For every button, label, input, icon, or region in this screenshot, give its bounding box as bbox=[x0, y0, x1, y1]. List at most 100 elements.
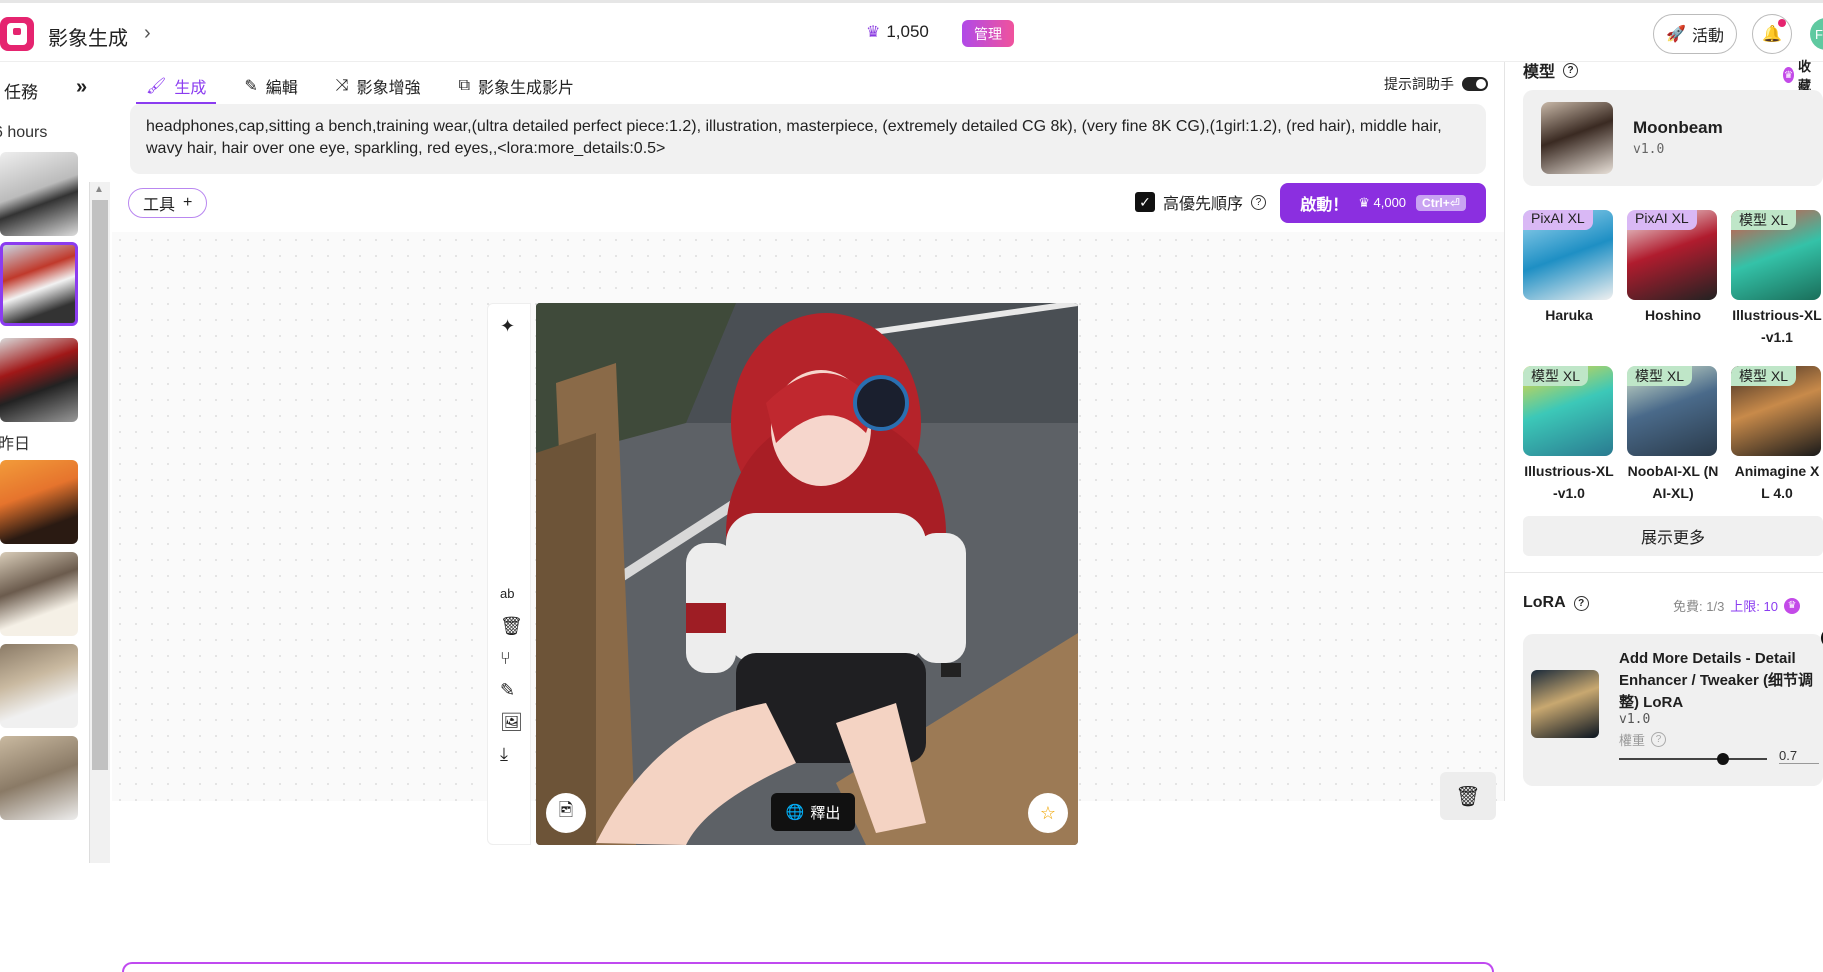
globe-icon: 🌐 bbox=[785, 804, 805, 821]
model-option-name: Animagine X L 4.0 bbox=[1734, 463, 1820, 501]
tab-generate[interactable]: 🖌 生成 bbox=[136, 70, 217, 104]
model-section-header: 模型 ? ♛ 收藏 bbox=[1523, 58, 1811, 93]
task-thumbnail[interactable] bbox=[0, 460, 78, 544]
model-option-image: 模型 XL bbox=[1523, 366, 1613, 456]
model-option[interactable]: 模型 XL Animagine X L 4.0 bbox=[1731, 366, 1823, 504]
model-badge: PixAI XL bbox=[1523, 210, 1593, 230]
lora-section-header: LoRA ? bbox=[1523, 594, 1589, 612]
text-replace-icon[interactable]: ab bbox=[500, 586, 514, 601]
help-icon[interactable]: ? bbox=[1651, 732, 1667, 747]
activity-label: 活動 bbox=[1691, 28, 1724, 45]
section-divider bbox=[1505, 572, 1823, 573]
pixai-logo[interactable] bbox=[0, 17, 34, 51]
weight-slider-handle[interactable] bbox=[1716, 753, 1729, 765]
image-select-button[interactable]: 🖻 bbox=[546, 793, 586, 833]
favorite-button[interactable]: ☆ bbox=[1028, 793, 1068, 833]
credits-display[interactable]: ♛ 1,050 bbox=[866, 22, 929, 42]
show-more-button[interactable]: 展示更多 bbox=[1523, 516, 1823, 556]
delete-button[interactable]: 🗑 bbox=[1440, 772, 1496, 820]
launch-button[interactable]: 啟動！ ♛ 4,000 Ctrl+⏎ bbox=[1280, 183, 1486, 223]
lora-card[interactable]: ✕ Add More Details - Detail Enhancer / T… bbox=[1523, 628, 1823, 786]
weight-value[interactable]: 0.7 bbox=[1779, 748, 1819, 764]
model-option[interactable]: PixAI XL Haruka bbox=[1523, 210, 1615, 326]
task-thumbnail[interactable] bbox=[0, 644, 78, 728]
generated-image[interactable]: 🖻 🌐 釋出 ☆ bbox=[536, 303, 1078, 845]
lora-thumbnail bbox=[1531, 670, 1599, 738]
brush-icon: 🖌 bbox=[146, 78, 167, 95]
help-icon[interactable]: ? bbox=[1251, 194, 1267, 210]
release-button[interactable]: 🌐 釋出 bbox=[771, 793, 855, 831]
chevron-right-icon[interactable]: › bbox=[144, 22, 151, 45]
task-thumbnail[interactable] bbox=[0, 552, 78, 636]
model-option-image: 模型 XL bbox=[1627, 366, 1717, 456]
model-badge: PixAI XL bbox=[1627, 210, 1697, 230]
trash-icon[interactable]: 🗑 bbox=[500, 616, 523, 637]
model-option-image: 模型 XL bbox=[1731, 210, 1821, 300]
pencil-icon[interactable]: ✎ bbox=[500, 680, 515, 701]
settings-panel: 模型 ? ♛ 收藏 Moonbeam v1.0 PixAI XL Haruka … bbox=[1504, 59, 1823, 801]
model-option-image: 模型 XL bbox=[1731, 366, 1821, 456]
model-option-image: PixAI XL bbox=[1523, 210, 1613, 300]
lora-name: Add More Details - Detail Enhancer / Twe… bbox=[1619, 650, 1813, 711]
group-label-hours: 6 hours bbox=[0, 124, 48, 141]
model-option-image: PixAI XL bbox=[1627, 210, 1717, 300]
generated-image-art bbox=[536, 303, 1078, 845]
model-badge: 模型 XL bbox=[1731, 210, 1797, 230]
mode-tabs: 🖌 生成 ✎ 編輯 ⤨ 影象增強 ⧉ 影象生成影片 bbox=[136, 70, 602, 104]
toggle-switch[interactable] bbox=[1462, 77, 1488, 91]
image-canvas: ✦ ab 🗑 ⑂ ✎ 🖼 ⤓ 🖻 🌐 釋出 ☆ 🗑 bbox=[112, 232, 1504, 972]
tab-enhance[interactable]: ⤨ 影象增強 bbox=[326, 70, 431, 104]
crown-icon: ♛ bbox=[1783, 597, 1800, 614]
model-option-name: NoobAI-XL (N AI-XL) bbox=[1627, 463, 1719, 501]
notification-dot bbox=[1778, 19, 1786, 27]
task-panel: 任務 » 6 hours 昨日 ▲ bbox=[0, 62, 112, 863]
admin-badge[interactable]: 管理 bbox=[962, 20, 1014, 47]
help-icon[interactable]: ? bbox=[1573, 595, 1589, 611]
download-icon[interactable]: ⤓ bbox=[500, 744, 508, 765]
prompt-input[interactable]: headphones,cap,sitting a bench,training … bbox=[130, 104, 1486, 174]
selected-model-card[interactable]: Moonbeam v1.0 bbox=[1523, 90, 1823, 186]
model-name: Moonbeam bbox=[1633, 118, 1723, 137]
shortcut-hint: Ctrl+⏎ bbox=[1416, 195, 1466, 211]
tab-image-to-video[interactable]: ⧉ 影象生成影片 bbox=[449, 70, 584, 104]
task-scrollbar[interactable]: ▲ bbox=[89, 182, 110, 863]
credit-icon: ♛ bbox=[866, 24, 881, 41]
bottom-panel-edge bbox=[122, 962, 1494, 972]
image-tool-rail: ✦ ab 🗑 ⑂ ✎ 🖼 ⤓ bbox=[487, 303, 531, 845]
sparkle-icon[interactable]: ✦ bbox=[500, 316, 515, 337]
lora-version: v1.0 bbox=[1619, 712, 1651, 727]
image-select-icon: 🖻 bbox=[558, 800, 574, 820]
model-option[interactable]: 模型 XL NoobAI-XL (N AI-XL) bbox=[1627, 366, 1719, 504]
model-option-name: Haruka bbox=[1545, 307, 1593, 323]
tab-edit[interactable]: ✎ 編輯 bbox=[234, 70, 307, 104]
tools-button[interactable]: 工具 + bbox=[128, 188, 208, 218]
favorites-link[interactable]: ♛ 收藏 bbox=[1783, 56, 1816, 94]
help-icon[interactable]: ? bbox=[1563, 62, 1579, 78]
avatar[interactable]: F bbox=[1810, 18, 1823, 50]
credits-value: 1,050 bbox=[886, 22, 929, 41]
branch-icon[interactable]: ⑂ bbox=[500, 648, 511, 669]
scroll-up-icon[interactable]: ▲ bbox=[94, 184, 104, 195]
activity-button[interactable]: 🚀 活動 bbox=[1653, 14, 1737, 54]
model-option-name: Illustrious-XL -v1.1 bbox=[1732, 307, 1822, 345]
scroll-thumb[interactable] bbox=[92, 200, 108, 770]
model-thumbnail bbox=[1541, 102, 1613, 174]
prompt-assistant-toggle[interactable]: 提示詞助手 bbox=[1384, 74, 1488, 94]
model-option-name: Hoshino bbox=[1645, 307, 1701, 323]
task-thumbnail[interactable] bbox=[0, 338, 78, 422]
task-thumbnail[interactable] bbox=[0, 152, 78, 236]
model-option[interactable]: PixAI XL Hoshino bbox=[1627, 210, 1719, 326]
high-priority-option[interactable]: ✓ 高優先順序 ? bbox=[1135, 190, 1267, 214]
priority-checkbox[interactable]: ✓ bbox=[1135, 192, 1155, 212]
model-option-name: Illustrious-XL -v1.0 bbox=[1524, 463, 1614, 501]
task-thumbnail-selected[interactable] bbox=[0, 242, 78, 326]
expand-icon[interactable]: » bbox=[76, 76, 87, 99]
weight-slider[interactable] bbox=[1619, 753, 1767, 765]
task-thumbnail[interactable] bbox=[0, 736, 78, 820]
model-option[interactable]: 模型 XL Illustrious-XL -v1.0 bbox=[1523, 366, 1615, 504]
add-image-icon[interactable]: 🖼 bbox=[500, 712, 523, 733]
bell-icon: 🔔 bbox=[1762, 26, 1782, 43]
model-option[interactable]: 模型 XL Illustrious-XL -v1.1 bbox=[1731, 210, 1823, 348]
launch-cost: ♛ 4,000 bbox=[1358, 195, 1407, 210]
notification-button[interactable]: 🔔 bbox=[1752, 14, 1792, 54]
